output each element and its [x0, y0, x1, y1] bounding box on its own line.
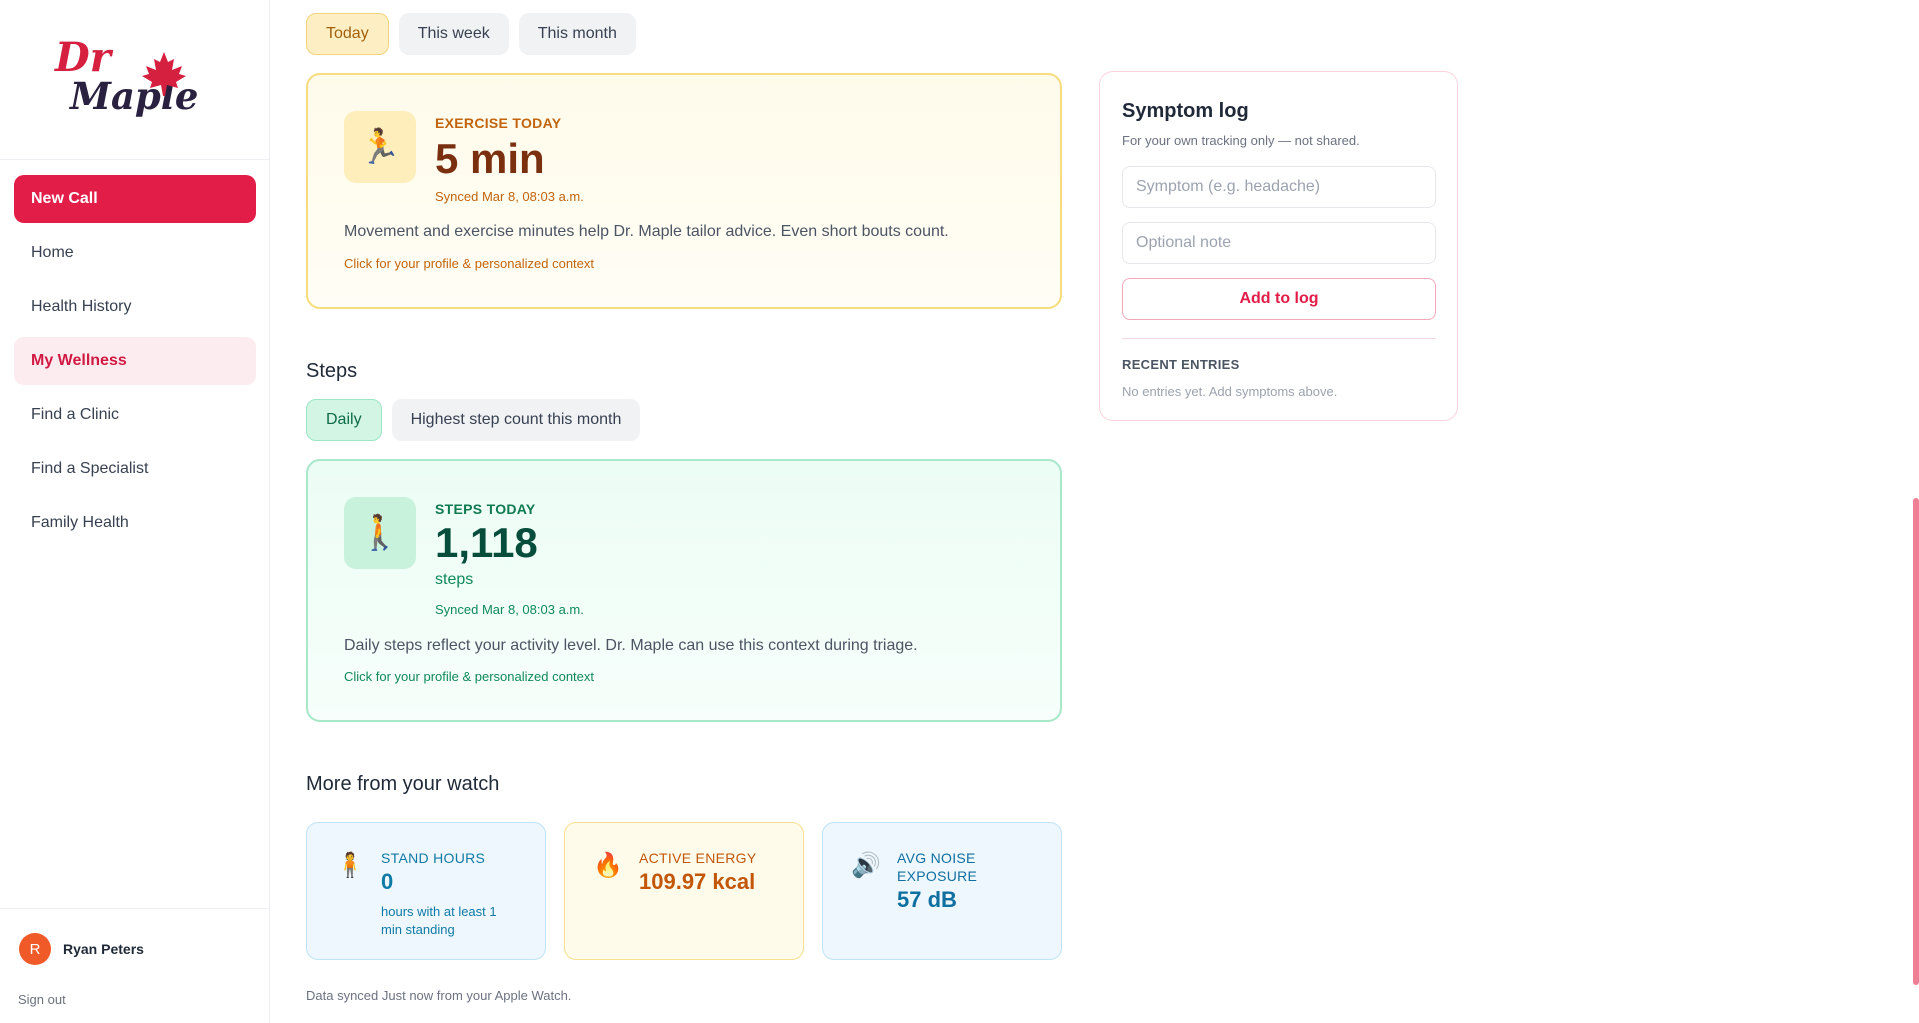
- nav-item-find-a-clinic[interactable]: Find a Clinic: [14, 391, 256, 439]
- noise-exposure-label: AVG NOISE EXPOSURE: [897, 850, 978, 884]
- new-call-button[interactable]: New Call: [14, 175, 256, 223]
- nav-item-health-history[interactable]: Health History: [14, 283, 256, 331]
- symptom-log-panel: Symptom log For your own tracking only —…: [1099, 71, 1458, 421]
- speaker-icon: 🔊: [851, 852, 881, 879]
- steps-profile-link[interactable]: Click for your profile & personalized co…: [344, 669, 594, 684]
- steps-period-tabs: Daily Highest step count this month: [306, 399, 650, 441]
- avatar: R: [19, 933, 51, 965]
- noise-exposure-value: 57 dB: [897, 887, 957, 912]
- symptom-log-title: Symptom log: [1122, 100, 1249, 122]
- tab-this-month[interactable]: This month: [518, 13, 636, 55]
- steps-value: 1,118: [435, 519, 538, 566]
- user-name: Ryan Peters: [63, 941, 144, 957]
- walking-person-icon: 🚶: [344, 497, 416, 569]
- maple-leaf-icon: [142, 52, 186, 96]
- tab-this-week[interactable]: This week: [398, 13, 509, 55]
- sign-out-link[interactable]: Sign out: [18, 992, 66, 1007]
- recent-entries-heading: RECENT ENTRIES: [1122, 357, 1240, 372]
- tab-today[interactable]: Today: [306, 13, 389, 55]
- symptom-divider: [1122, 338, 1436, 339]
- sync-footnote: Data synced Just now from your Apple Wat…: [306, 988, 572, 1003]
- standing-person-icon: 🧍: [335, 852, 365, 879]
- nav-item-family-health[interactable]: Family Health: [14, 499, 256, 547]
- scrollbar-thumb[interactable]: [1913, 498, 1919, 985]
- tab-daily[interactable]: Daily: [306, 399, 382, 441]
- nav-label: Find a Specialist: [31, 460, 149, 477]
- flame-icon: 🔥: [593, 852, 623, 879]
- exercise-profile-link[interactable]: Click for your profile & personalized co…: [344, 256, 594, 271]
- steps-section-title: Steps: [306, 360, 358, 382]
- nav-label: My Wellness: [31, 352, 127, 369]
- exercise-sync-time: Synced Mar 8, 08:03 a.m.: [435, 189, 584, 204]
- active-energy-card[interactable]: 🔥 ACTIVE ENERGY 109.97 kcal: [564, 822, 804, 960]
- nav-label: Family Health: [31, 514, 129, 531]
- noise-exposure-card[interactable]: 🔊 AVG NOISE EXPOSURE 57 dB: [822, 822, 1062, 960]
- user-profile[interactable]: R Ryan Peters: [19, 933, 144, 965]
- exercise-period-tabs: Today This week This month: [306, 13, 646, 55]
- nav-item-find-a-specialist[interactable]: Find a Specialist: [14, 445, 256, 493]
- active-energy-value: 109.97 kcal: [639, 869, 756, 894]
- recent-entries-empty: No entries yet. Add symptoms above.: [1122, 384, 1338, 399]
- steps-sync-time: Synced Mar 8, 08:03 a.m.: [435, 602, 584, 617]
- dr-maple-logo[interactable]: Dr Maple: [50, 30, 200, 125]
- exercise-kicker: EXERCISE TODAY: [435, 115, 562, 131]
- running-person-icon: 🏃: [344, 111, 416, 183]
- add-to-log-button[interactable]: Add to log: [1122, 278, 1436, 320]
- exercise-description: Movement and exercise minutes help Dr. M…: [344, 223, 949, 240]
- steps-description: Daily steps reflect your activity level.…: [344, 637, 918, 654]
- sidebar: Dr Maple New Call Home Health History My…: [0, 0, 270, 1023]
- active-energy-label: ACTIVE ENERGY: [639, 850, 757, 866]
- stand-hours-value: 0: [381, 869, 394, 894]
- sidebar-divider: [0, 159, 269, 160]
- steps-kicker: STEPS TODAY: [435, 501, 536, 517]
- symptom-log-subtitle: For your own tracking only — not shared.: [1122, 133, 1360, 148]
- nav-label: Find a Clinic: [31, 406, 120, 423]
- stand-hours-label: STAND HOURS: [381, 850, 486, 866]
- watch-section-title: More from your watch: [306, 773, 500, 795]
- note-input[interactable]: [1122, 222, 1436, 264]
- tab-highest-step-count[interactable]: Highest step count this month: [391, 399, 641, 441]
- stand-hours-card[interactable]: 🧍 STAND HOURS 0 hours with at least 1 mi…: [306, 822, 546, 960]
- steps-unit: steps: [435, 571, 474, 588]
- exercise-card[interactable]: 🏃 EXERCISE TODAY 5 min Synced Mar 8, 08:…: [306, 73, 1062, 309]
- main-nav: New Call Home Health History My Wellness…: [14, 175, 256, 553]
- nav-item-home[interactable]: Home: [14, 229, 256, 277]
- nav-label: New Call: [31, 190, 98, 207]
- nav-label: Home: [31, 244, 74, 261]
- nav-label: Health History: [31, 298, 132, 315]
- sidebar-divider: [0, 908, 269, 909]
- nav-item-my-wellness[interactable]: My Wellness: [14, 337, 256, 385]
- steps-card[interactable]: 🚶 STEPS TODAY 1,118 steps Synced Mar 8, …: [306, 459, 1062, 722]
- symptom-input[interactable]: [1122, 166, 1436, 208]
- stand-hours-sub: hours with at least 1 min standing: [381, 904, 497, 937]
- exercise-value: 5 min: [435, 135, 545, 182]
